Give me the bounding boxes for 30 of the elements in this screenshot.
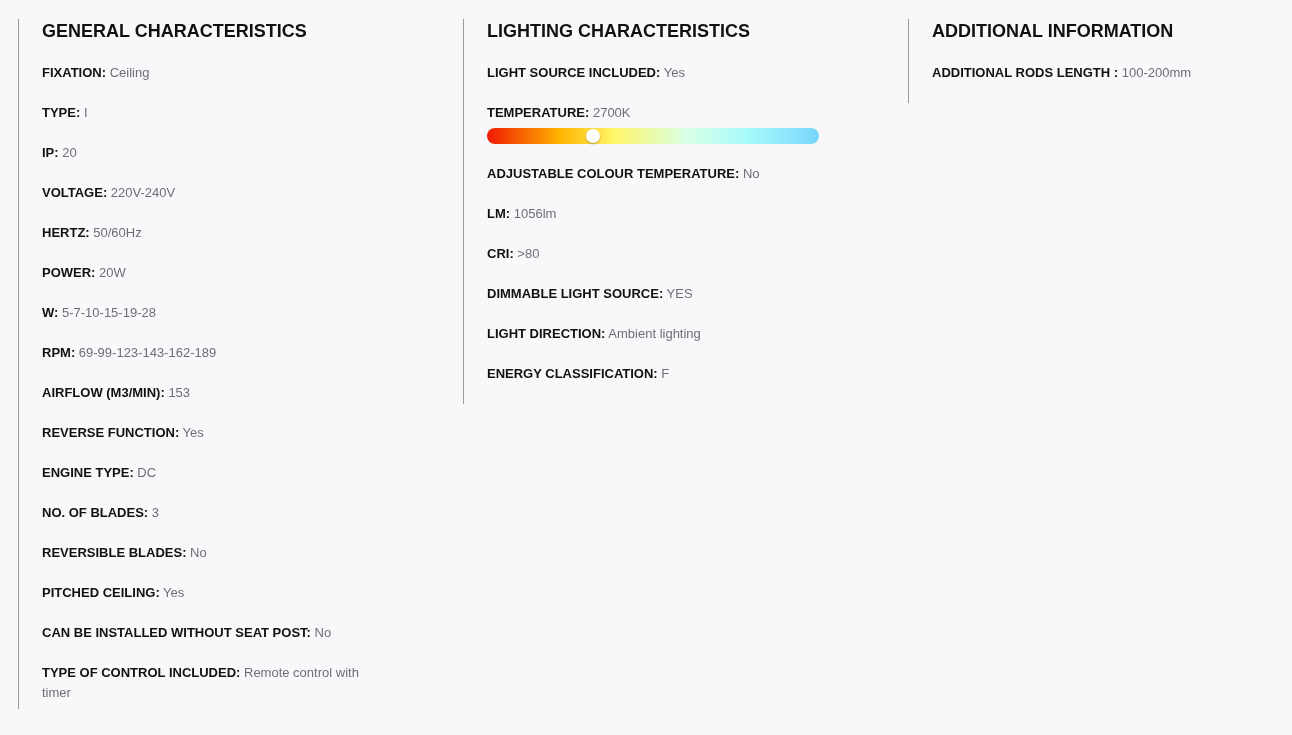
spec-item: DIMMABLE LIGHT SOURCE: YES [487, 285, 694, 303]
spec-item: TEMPERATURE: 2700K [487, 104, 632, 122]
section-title: LIGHTING CHARACTERISTICS [487, 20, 751, 43]
temperature-slider[interactable] [487, 128, 819, 144]
spec-item: TYPE OF CONTROL INCLUDED: Remote control with timer [42, 664, 360, 702]
spec-item: AIRFLOW (M3/MIN): 153 [42, 384, 192, 402]
spec-item: LM: 1056lm [487, 205, 558, 223]
spec-item: PITCHED CEILING: Yes [42, 584, 186, 602]
slider-thumb[interactable] [586, 129, 601, 143]
spec-item: REVERSE FUNCTION: Yes [42, 424, 205, 442]
spec-item: LIGHT SOURCE INCLUDED: Yes [487, 64, 686, 82]
spec-item: ADDITIONAL RODS LENGTH : 100-200mm [932, 64, 1193, 82]
spec-item: ENERGY CLASSIFICATION: F [487, 365, 671, 383]
spec-item: FIXATION: Ceiling [42, 64, 151, 82]
spec-item: ENGINE TYPE: DC [42, 464, 158, 482]
spec-item: CAN BE INSTALLED WITHOUT SEAT POST: No [42, 624, 333, 642]
spec-item: LIGHT DIRECTION: Ambient lighting [487, 325, 702, 343]
spec-item: IP: 20 [42, 144, 78, 162]
spec-item: NO. OF BLADES: 3 [42, 504, 160, 522]
spec-item: TYPE: I [42, 104, 89, 122]
spec-item: VOLTAGE: 220V-240V [42, 184, 177, 202]
spec-item: POWER: 20W [42, 264, 127, 282]
spec-item: REVERSIBLE BLADES: No [42, 544, 208, 562]
spec-item: HERTZ: 50/60Hz [42, 224, 143, 242]
spec-item: RPM: 69-99-123-143-162-189 [42, 344, 218, 362]
spec-item: CRI: >80 [487, 245, 541, 263]
section-title: ADDITIONAL INFORMATION [932, 20, 1175, 43]
spec-item: W: 5-7-10-15-19-28 [42, 304, 157, 322]
spec-item: ADJUSTABLE COLOUR TEMPERATURE: No [487, 165, 761, 183]
section-title: GENERAL CHARACTERISTICS [42, 20, 308, 43]
